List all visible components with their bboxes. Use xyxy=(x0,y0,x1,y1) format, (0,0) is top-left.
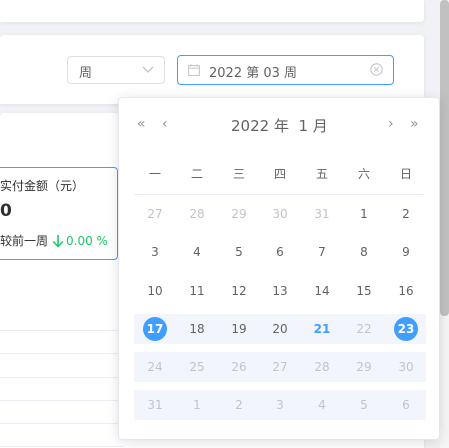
calendar-day: 5 xyxy=(360,398,368,412)
calendar-day[interactable]: 4 xyxy=(182,237,212,267)
calendar-day[interactable]: 12 xyxy=(224,276,254,306)
calendar-day: 6 xyxy=(402,398,410,412)
calendar-day[interactable]: 20 xyxy=(265,314,295,344)
scrollbar-thumb[interactable] xyxy=(440,0,449,316)
calendar-day[interactable]: 31 xyxy=(307,199,337,229)
weekday-header: 五 xyxy=(315,167,328,181)
calendar-day: 26 xyxy=(231,360,247,374)
calendar-day[interactable]: 15 xyxy=(349,276,379,306)
month-label[interactable]: 1 月 xyxy=(299,117,328,135)
calendar-day: 29 xyxy=(356,360,372,374)
calendar-day: 25 xyxy=(189,360,205,374)
chevron-down-icon xyxy=(142,66,154,73)
calendar-day: 24 xyxy=(147,360,163,374)
calendar-day[interactable]: 23 xyxy=(391,314,421,344)
weekday-divider xyxy=(134,194,424,195)
calendar-day[interactable]: 9 xyxy=(391,237,421,267)
compare-percent: 0.00 % xyxy=(66,233,108,248)
calendar-day[interactable]: 19 xyxy=(224,314,254,344)
week-date-value: 2022 第 03 周 xyxy=(209,66,298,81)
calendar-day: 2 xyxy=(235,398,243,412)
calendar-day[interactable]: 17 xyxy=(140,314,170,344)
calendar-day: 27 xyxy=(272,360,288,374)
calendar-day[interactable]: 8 xyxy=(349,237,379,267)
calendar-day[interactable]: 30 xyxy=(265,199,295,229)
calendar-icon xyxy=(188,64,200,76)
prev-year-button[interactable]: « xyxy=(137,116,146,132)
next-month-button[interactable]: › xyxy=(388,116,394,132)
calendar-day[interactable]: 21 xyxy=(307,314,337,344)
calendar-day: 1 xyxy=(193,398,201,412)
weekday-header: 二 xyxy=(190,167,203,181)
week-date-input[interactable]: 2022 第 03 周 xyxy=(177,55,394,85)
period-select[interactable]: 周 xyxy=(67,56,165,84)
calendar-day[interactable]: 11 xyxy=(182,276,212,306)
weekday-header: 四 xyxy=(273,167,286,181)
calendar-day[interactable]: 13 xyxy=(265,276,295,306)
calendar-day: 4 xyxy=(318,398,326,412)
year-label[interactable]: 2022 年 xyxy=(231,117,289,135)
calendar-day[interactable]: 5 xyxy=(224,237,254,267)
table-divider xyxy=(0,400,124,401)
calendar-day[interactable]: 1 xyxy=(349,199,379,229)
stat-compare: 较前一周 0.00 % xyxy=(0,232,108,249)
calendar-day[interactable]: 27 xyxy=(140,199,170,229)
calendar-day[interactable]: 2 xyxy=(391,199,421,229)
calendar-day[interactable]: 22 xyxy=(349,314,379,344)
picker-header: 2022 年 1 月 xyxy=(231,115,328,136)
table-divider xyxy=(0,446,124,447)
calendar-day: 28 xyxy=(314,360,330,374)
table-divider xyxy=(0,330,124,331)
calendar-day[interactable]: 18 xyxy=(182,314,212,344)
calendar-day: 30 xyxy=(398,360,414,374)
weekday-header: 三 xyxy=(232,167,245,181)
stat-value: 0 xyxy=(0,201,12,221)
calendar-day: 3 xyxy=(276,398,284,412)
table-divider xyxy=(0,353,124,354)
arrow-down-icon xyxy=(52,234,64,248)
weekday-header: 六 xyxy=(357,167,370,181)
calendar-day[interactable]: 28 xyxy=(182,199,212,229)
calendar-day[interactable]: 29 xyxy=(224,199,254,229)
calendar-day[interactable]: 16 xyxy=(391,276,421,306)
weekday-header: 一 xyxy=(148,167,161,181)
calendar-day: 31 xyxy=(147,398,163,412)
calendar-day[interactable]: 10 xyxy=(140,276,170,306)
compare-label: 较前一周 xyxy=(0,234,49,248)
period-select-value: 周 xyxy=(79,66,93,81)
table-divider xyxy=(0,423,124,424)
stat-title: 实付金额（元） xyxy=(0,179,85,193)
top-card xyxy=(0,0,424,22)
calendar-day[interactable]: 14 xyxy=(307,276,337,306)
prev-month-button[interactable]: ‹ xyxy=(162,116,168,132)
next-year-button[interactable]: » xyxy=(410,116,419,132)
table-divider xyxy=(0,377,124,378)
weekday-header: 日 xyxy=(399,167,412,181)
calendar-day[interactable]: 6 xyxy=(265,237,295,267)
calendar-day[interactable]: 3 xyxy=(140,237,170,267)
date-picker-popup xyxy=(118,97,440,440)
calendar-day[interactable]: 7 xyxy=(307,237,337,267)
clear-icon[interactable] xyxy=(370,63,383,76)
